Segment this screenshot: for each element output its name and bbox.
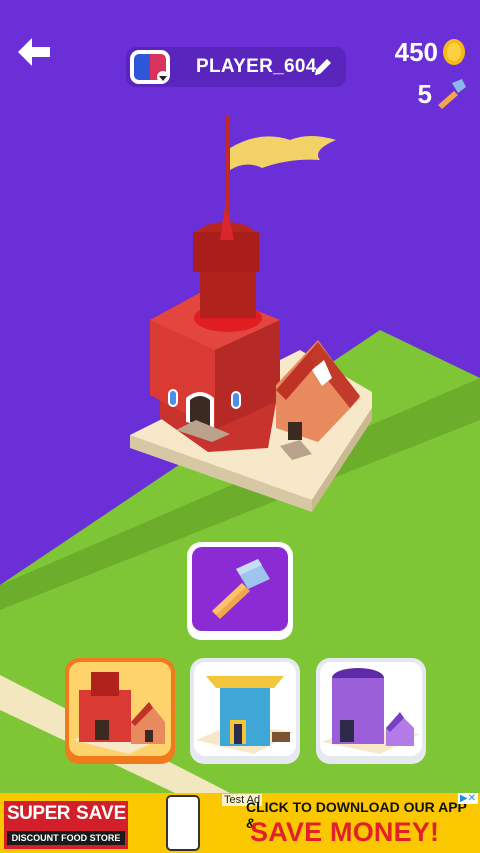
edit-name-button[interactable] xyxy=(312,56,334,78)
ad-brand-logo: SUPER SAVE DISCOUNT FOOD STORE xyxy=(4,801,128,849)
top-bar: PLAYER_604 450 5 xyxy=(0,0,480,110)
building-card-red-castle[interactable] xyxy=(65,658,175,764)
building-card-pagoda-tower[interactable] xyxy=(190,658,300,764)
purple-tower-thumbnail xyxy=(322,668,420,754)
player-flag-button[interactable] xyxy=(130,50,170,84)
red-castle-thumbnail xyxy=(73,672,167,754)
ad-banner[interactable]: SUPER SAVE DISCOUNT FOOD STORE Test Ad C… xyxy=(0,793,480,853)
hammer-icon xyxy=(438,79,466,109)
back-button[interactable] xyxy=(16,36,52,68)
building-card-purple-tower[interactable] xyxy=(316,658,426,764)
coin-count: 450 xyxy=(394,36,438,67)
hammer-counter: 5 xyxy=(418,76,468,112)
pencil-icon xyxy=(315,59,331,75)
flag-icon xyxy=(134,54,150,80)
coin-counter: 450 xyxy=(395,36,466,68)
pagoda-tower-thumbnail xyxy=(196,676,294,754)
player-name-bar: PLAYER_604 xyxy=(126,47,346,87)
back-arrow-icon xyxy=(18,38,50,66)
player-name: PLAYER_604 xyxy=(196,56,317,77)
chevron-down-icon xyxy=(157,71,169,83)
build-button[interactable] xyxy=(187,542,293,640)
coin-icon xyxy=(443,39,465,65)
hammer-icon xyxy=(212,559,270,619)
hammer-count: 5 xyxy=(417,78,432,109)
ad-tagline: SAVE MONEY! xyxy=(250,817,440,847)
phone-icon xyxy=(166,795,200,851)
ad-choices-icon[interactable]: ▶✕ xyxy=(457,793,478,804)
